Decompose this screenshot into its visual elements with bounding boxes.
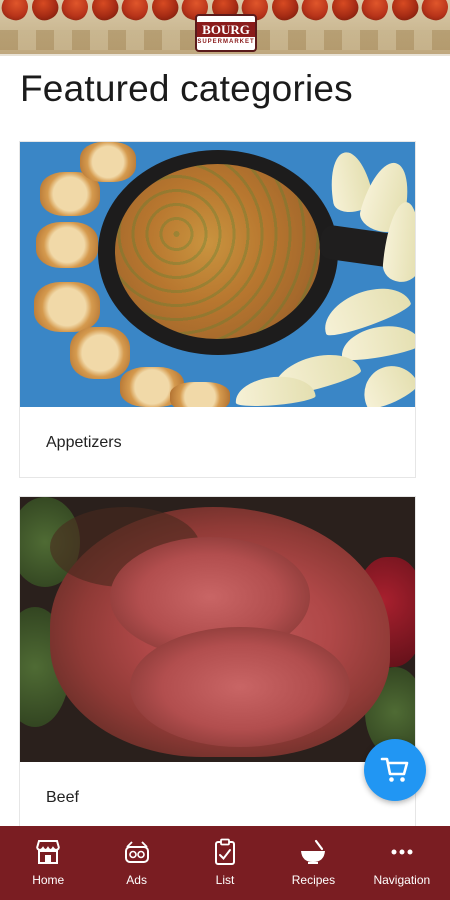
logo-text: BOURG [197, 21, 255, 37]
ads-icon [123, 838, 151, 866]
cart-icon [380, 757, 409, 782]
nav-label: Recipes [291, 873, 336, 887]
nav-item-home[interactable]: Home [4, 826, 92, 900]
nav-item-navigation[interactable]: Navigation [358, 826, 446, 900]
mixing-bowl-icon [298, 838, 328, 866]
page-title: Featured categories [20, 68, 353, 109]
nav-label: Home [32, 873, 65, 887]
appetizers-image [20, 142, 415, 407]
bottom-nav: Home Ads List Recipes Navigation [0, 826, 450, 900]
store-icon [34, 838, 62, 866]
category-card-beef[interactable]: Beef [19, 496, 416, 826]
nav-label: List [215, 873, 235, 887]
shopping-cart-button[interactable] [364, 739, 426, 801]
logo-subtext: SUPERMARKET [197, 38, 255, 45]
nav-label: Ads [126, 873, 147, 887]
category-card-appetizers[interactable]: Appetizers [19, 141, 416, 478]
more-dots-icon [390, 838, 414, 866]
category-label: Appetizers [46, 434, 122, 451]
bourg-logo[interactable]: BOURG SUPERMARKET [195, 14, 257, 52]
nav-item-ads[interactable]: Ads [92, 826, 180, 900]
clipboard-icon [213, 838, 237, 866]
nav-item-recipes[interactable]: Recipes [269, 826, 357, 900]
nav-label: Navigation [373, 873, 431, 887]
beef-image [20, 497, 415, 762]
category-label: Beef [46, 789, 79, 806]
nav-item-list[interactable]: List [181, 826, 269, 900]
header-banner: BOURG SUPERMARKET [0, 0, 450, 56]
